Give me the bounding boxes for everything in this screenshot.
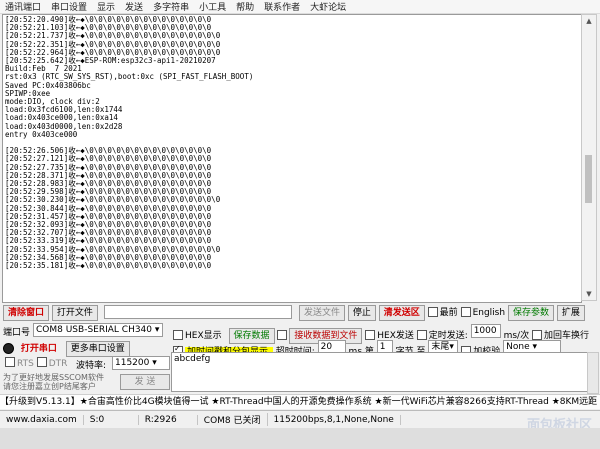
port-label: 端口号: [3, 328, 31, 338]
port-value: COM8 USB-SERIAL CH340: [36, 325, 153, 335]
more-settings-button[interactable]: 更多串口设置: [65, 341, 130, 357]
status-params: 115200bps,8,1,None,None: [268, 414, 401, 425]
status-received: R:2926: [139, 414, 198, 425]
file-path-input[interactable]: [104, 305, 292, 319]
baud-label: 波特率:: [76, 361, 107, 371]
menu-bar: 通讯端口 串口设置 显示 发送 多字符串 小工具 帮助 联系作者 大虾论坛: [0, 0, 600, 14]
menu-item-0[interactable]: 通讯端口: [0, 0, 46, 13]
terminal-line: [20:52:25.642]收←◆ESP-ROM:esp32c3-api1-20…: [5, 56, 216, 66]
rts-checkbox[interactable]: RTS: [5, 357, 34, 369]
send-file-button[interactable]: 发送文件: [299, 305, 346, 321]
menu-item-1[interactable]: 串口设置: [46, 0, 92, 13]
status-site[interactable]: www.daxia.com: [0, 414, 84, 425]
baud-select[interactable]: 115200 ▾: [112, 356, 170, 370]
clear-send-button[interactable]: 清发送区: [378, 305, 425, 321]
status-sent: S:0: [84, 414, 139, 425]
last-label: 最前: [439, 308, 458, 318]
menu-item-3[interactable]: 发送: [120, 0, 148, 13]
last-checkbox[interactable]: 最前: [427, 306, 458, 318]
open-file-button[interactable]: 打开文件: [51, 305, 98, 321]
open-port-button[interactable]: 打开串口: [21, 344, 57, 354]
terminal-output: [20:52:20.490]收←◆\0\0\0\0\0\0\0\0\0\0\0\…: [3, 15, 581, 271]
status-bar: www.daxia.com S:0 R:2926 COM8 已关闭 115200…: [0, 410, 600, 428]
menu-item-2[interactable]: 显示: [92, 0, 120, 13]
menu-item-7[interactable]: 联系作者: [259, 0, 305, 13]
interval-input[interactable]: 1000: [470, 324, 501, 338]
promo-line-2: 请您注册嘉立创P结尾客户: [3, 382, 96, 391]
scroll-up-icon[interactable]: ▲: [582, 15, 596, 27]
menu-item-8[interactable]: 大虾论坛: [305, 0, 351, 13]
english-label: English: [472, 308, 506, 318]
terminal-scrollbar[interactable]: ▲ ▼: [581, 14, 597, 301]
checksum-value: None: [506, 342, 530, 352]
port-status-icon: [3, 343, 14, 354]
english-checkbox[interactable]: English: [460, 306, 506, 318]
end-value: 末尾: [431, 342, 450, 352]
window-bottom-area: [0, 428, 600, 449]
dtr-checkbox[interactable]: DTR: [36, 357, 68, 369]
clear-window-button[interactable]: 清除窗口: [3, 305, 50, 321]
menu-item-6[interactable]: 帮助: [231, 0, 259, 13]
scroll-thumb[interactable]: [585, 155, 592, 203]
send-area-scrollbar[interactable]: [587, 352, 599, 394]
send-button[interactable]: 发 送: [120, 374, 170, 390]
terminal-line: [20:52:35.181]收←◆\0\0\0\0\0\0\0\0\0\0\0\…: [5, 261, 212, 271]
dtr-label: DTR: [48, 358, 68, 369]
receive-terminal[interactable]: [20:52:20.490]收←◆\0\0\0\0\0\0\0\0\0\0\0\…: [2, 14, 582, 303]
baud-value: 115200: [115, 358, 150, 368]
stop-button[interactable]: 停止: [347, 305, 376, 321]
terminal-line: load:0x403d0000,len:0x2d28: [5, 121, 123, 131]
save-params-button[interactable]: 保存参数: [507, 305, 554, 321]
port-select[interactable]: COM8 USB-SERIAL CH340 ▾: [33, 323, 163, 337]
status-port: COM8 已关闭: [198, 413, 268, 426]
terminal-line: Saved PC:0x403806bc: [5, 80, 91, 90]
terminal-line: entry 0x403ce000: [5, 129, 78, 139]
menu-item-4[interactable]: 多字符串: [148, 0, 194, 13]
terminal-line: rst:0x3 (RTC_SW_SYS_RST),boot:0xc (SPI_F…: [5, 72, 254, 82]
scroll-down-icon[interactable]: ▼: [582, 288, 596, 300]
news-ticker[interactable]: 【升级到V5.13.1】★合宙高性价比4G模块值得一试 ★RT-Thread中国…: [0, 394, 600, 409]
rts-label: RTS: [17, 358, 34, 369]
send-textarea[interactable]: abcdefg: [171, 352, 589, 392]
promo-line-1: 为了更好地发展SSCOM软件: [3, 373, 104, 382]
expand-button[interactable]: 扩展: [556, 305, 585, 321]
menu-item-5[interactable]: 小工具: [194, 0, 231, 13]
